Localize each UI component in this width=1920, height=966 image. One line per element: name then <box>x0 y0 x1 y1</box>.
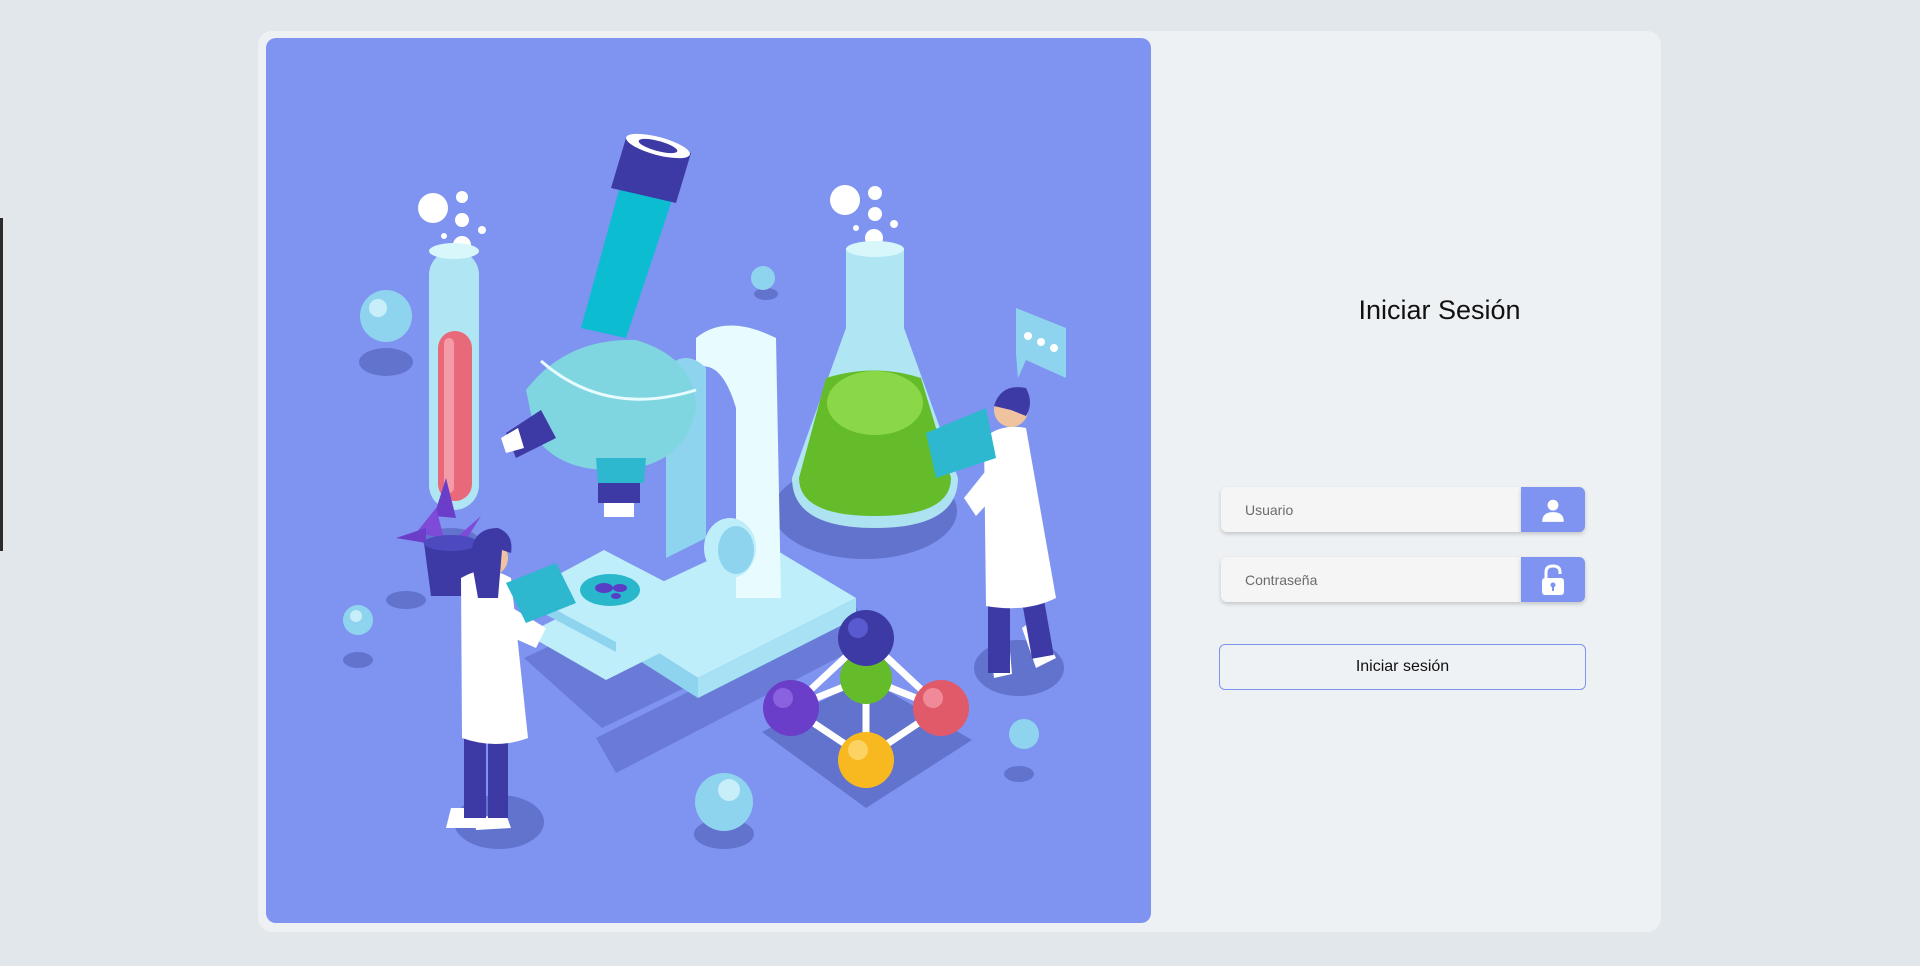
user-icon <box>1521 487 1585 532</box>
password-group <box>1221 557 1585 602</box>
password-input[interactable] <box>1221 557 1521 602</box>
username-group <box>1221 487 1585 532</box>
lab-illustration <box>266 38 1151 923</box>
unlock-icon <box>1521 557 1585 602</box>
login-card: Iniciar Sesión Iniciar sesión <box>258 31 1661 932</box>
login-title: Iniciar Sesión <box>1358 295 1521 325</box>
login-button[interactable]: Iniciar sesión <box>1219 644 1586 690</box>
left-edge-bar <box>0 218 3 551</box>
username-input[interactable] <box>1221 487 1521 532</box>
